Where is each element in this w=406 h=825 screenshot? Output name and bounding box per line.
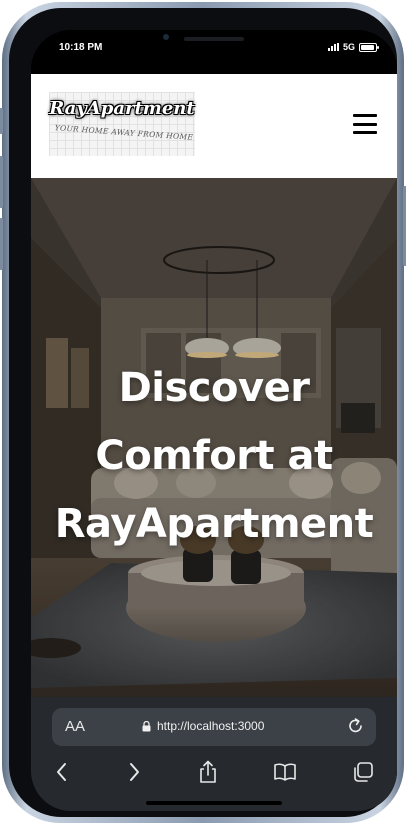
- network-type: 5G: [342, 42, 355, 52]
- hamburger-icon[interactable]: [353, 114, 377, 134]
- volume-down-button: [0, 218, 3, 270]
- hero-title-line: RayApartment: [54, 501, 374, 547]
- share-icon[interactable]: [193, 757, 223, 787]
- lock-icon: [142, 720, 151, 731]
- home-indicator: [146, 801, 282, 805]
- hero-title-line: Discover: [118, 365, 310, 411]
- browser-nav-row: [31, 757, 397, 787]
- status-time: 10:18 PM: [59, 42, 103, 53]
- volume-up-button: [0, 156, 3, 208]
- phone-screen: 10:18 PM 5G RayApartment YOUR HOME AWAY …: [31, 30, 397, 811]
- browser-toolbar: AA http://localhost:3000: [31, 697, 397, 811]
- mute-switch: [0, 108, 3, 134]
- url-display[interactable]: http://localhost:3000: [142, 719, 264, 733]
- reload-icon[interactable]: [346, 716, 366, 736]
- logo-title: RayApartment: [49, 98, 195, 119]
- status-indicators: 5G: [327, 42, 379, 52]
- battery-icon: [359, 42, 379, 52]
- hero-section: Discover Comfort at RayApartment: [31, 178, 397, 697]
- text-size-button[interactable]: AA: [65, 718, 85, 735]
- tabs-icon[interactable]: [348, 757, 378, 787]
- back-icon[interactable]: [47, 757, 77, 787]
- site-logo[interactable]: RayApartment YOUR HOME AWAY FROM HOME: [49, 92, 195, 156]
- hero-title-line: Comfort at: [95, 433, 333, 479]
- text-size-label: AA: [65, 718, 86, 735]
- speaker-grille: [184, 37, 244, 41]
- phone-bezel: 10:18 PM 5G RayApartment YOUR HOME AWAY …: [9, 8, 397, 817]
- site-header: RayApartment YOUR HOME AWAY FROM HOME: [31, 74, 397, 178]
- status-bar: 10:18 PM 5G: [31, 30, 397, 74]
- hero-title: Discover Comfort at RayApartment: [31, 354, 397, 558]
- signal-icon: [327, 43, 339, 51]
- forward-icon[interactable]: [119, 757, 149, 787]
- front-camera: [163, 34, 169, 40]
- bookmarks-icon[interactable]: [270, 757, 300, 787]
- logo-tagline: YOUR HOME AWAY FROM HOME: [54, 123, 194, 142]
- url-text: http://localhost:3000: [157, 719, 265, 733]
- address-bar[interactable]: AA http://localhost:3000: [52, 708, 376, 746]
- phone-frame: 10:18 PM 5G RayApartment YOUR HOME AWAY …: [0, 2, 406, 823]
